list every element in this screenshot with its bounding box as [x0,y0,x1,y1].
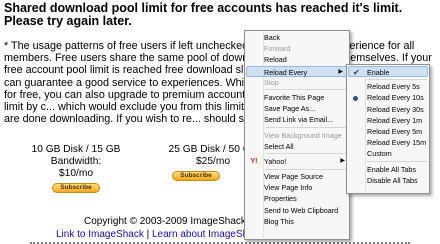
context-menu: Back Forward Reload Reload Every ▶ Stop Favori… [244,30,350,240]
menu-item-label: Back [264,33,280,42]
submenu-item-label: Disable All Tabs [367,175,418,185]
submenu-arrow-icon: ▶ [340,157,345,164]
copyright-text: Copyright © 2003-2009 ImageShack Co [84,216,262,227]
menu-item-view-background-image: View Background Image [245,130,349,141]
submenu-item-label: Reload Every 30s [367,104,424,114]
menu-item-blog-this[interactable]: Blog This [245,216,349,227]
menu-item-save-page-as[interactable]: Save Page As... [245,103,349,114]
plan-title: 10 GB Disk / 15 GB Bandwidth: [31,144,121,167]
submenu-item-reload-every-15m[interactable]: Reload Every 15m [347,137,429,148]
menu-item-select-all[interactable]: Select All [245,141,349,152]
page-heading: Shared download pool limit for free acco… [4,1,403,28]
submenu-item-enable[interactable]: ✔ Enable [348,66,428,78]
submenu-item-label: Enable All Tabs [367,164,417,174]
menu-item-label: Blog This [264,216,294,226]
submenu-item-reload-every-5s[interactable]: Reload Every 5s [347,81,429,92]
submenu-item-label: Reload Every 5m [367,126,423,136]
menu-item-send-link-via-email[interactable]: Send Link via Email... [245,114,349,125]
menu-item-back[interactable]: Back [245,32,349,43]
menu-item-label: Reload Every [264,67,308,77]
radio-selected-icon [353,95,358,101]
submenu-item-reload-every-1m[interactable]: Reload Every 1m [347,115,429,126]
yahoo-icon: Y! [250,157,258,165]
submenu-item-label: Reload Every 5s [367,82,420,92]
menu-item-label: Favorite This Page [264,92,325,102]
footer-separator: | [146,229,150,240]
menu-item-label: View Page Source [264,172,324,182]
menu-item-label: Stop [264,77,279,87]
menu-item-label: Select All [264,141,294,151]
menu-item-view-page-source[interactable]: View Page Source [245,171,349,182]
plan-10gb: 10 GB Disk / 15 GB Bandwidth: $10/mo Sub… [6,144,146,193]
menu-item-view-page-info[interactable]: View Page Info [245,182,349,193]
submenu-item-reload-every-10s[interactable]: Reload Every 10s [347,92,429,103]
submenu-item-custom[interactable]: Custom [347,148,429,159]
submenu-item-enable-all-tabs[interactable]: Enable All Tabs [347,164,429,175]
menu-item-label: Properties [264,194,297,204]
menu-item-reload[interactable]: Reload [245,54,349,65]
menu-item-favorite-this-page[interactable]: Favorite This Page [245,92,349,103]
menu-item-properties[interactable]: Properties [245,193,349,204]
submenu-item-label: Reload Every 15m [367,138,427,148]
subscribe-button[interactable]: Subscribe [52,183,100,193]
submenu-item-label: Reload Every 10s [367,93,424,103]
submenu-item-reload-every-30s[interactable]: Reload Every 30s [347,104,429,115]
submenu-item-label: Custom [367,149,392,159]
submenu-item-reload-every-5m[interactable]: Reload Every 5m [347,126,429,137]
menu-item-yahoo[interactable]: Y! Yahoo! ▶ [245,156,349,167]
link-to-imageshack[interactable]: Link to ImageShack [56,229,144,240]
submenu-item-disable-all-tabs[interactable]: Disable All Tabs [347,175,429,186]
menu-item-forward: Forward [245,43,349,54]
submenu-item-label: Reload Every 1m [367,115,423,125]
submenu-item-label: Enable [367,68,390,77]
menu-item-label: View Page Info [264,183,313,193]
menu-item-label: Reload [264,55,287,65]
menu-item-label: Forward [264,44,291,54]
menu-item-label: Save Page As... [264,104,316,114]
menu-item-label: View Background Image [264,130,342,140]
footer-links: Link to ImageShack | Learn about ImageSh… [56,229,264,241]
plan-price: $10/mo [59,168,93,179]
menu-item-label: Yahoo! [264,156,287,166]
menu-item-label: Send to Web Clipboard [264,205,339,215]
reload-every-submenu: ✔ Enable Reload Every 5s Reload Every 10s Re… [346,64,430,194]
menu-item-label: Send Link via Email... [264,115,334,125]
menu-item-send-to-web-clipboard[interactable]: Send to Web Clipboard [245,205,349,216]
menu-item-reload-every[interactable]: Reload Every ▶ [246,65,348,77]
subscribe-button[interactable]: Subscribe [172,171,220,181]
menu-item-stop: Stop [245,77,349,88]
